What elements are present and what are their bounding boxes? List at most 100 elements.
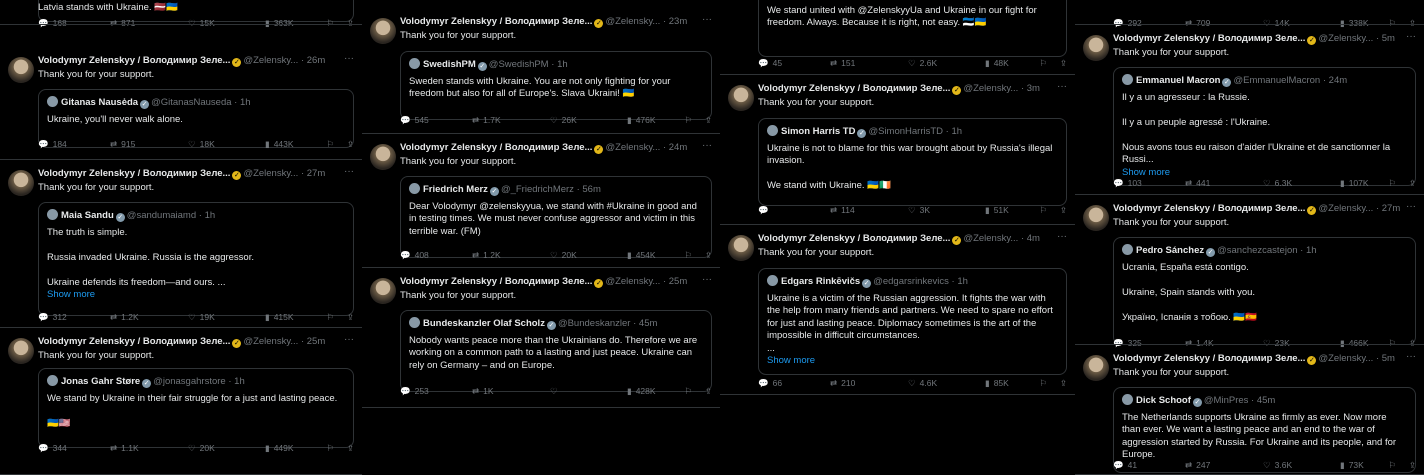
quote-author-handle[interactable]: @SimonHarrisTD <box>868 126 943 137</box>
tweet[interactable]: Volodymyr Zelenskyy / Володимир Зеле... ✓… <box>362 134 720 268</box>
more-icon[interactable]: ··· <box>702 140 712 151</box>
share-button[interactable]: ⇪ <box>705 250 712 261</box>
timestamp[interactable]: 25m <box>669 276 687 287</box>
like-button[interactable]: ♡ 6.3K <box>1263 178 1292 189</box>
timestamp[interactable]: 24m <box>669 142 687 153</box>
quoted-tweet[interactable]: Kristen Michal✓@KristenMichalPM · 45m We … <box>758 0 1067 57</box>
views-button[interactable]: ▮ 48K <box>985 58 1009 69</box>
views-button[interactable]: ▮ 415K <box>265 312 294 323</box>
quote-author-handle[interactable]: @EmmanuelMacron <box>1233 75 1320 86</box>
author-handle[interactable]: @Zelensky... <box>605 16 660 27</box>
quote-author-handle[interactable]: @GitanasNauseda <box>151 97 231 108</box>
like-button[interactable]: ♡ 2.6K <box>908 58 937 69</box>
bookmark-button[interactable]: ⚐ <box>1039 378 1047 389</box>
author-handle[interactable]: @Zelensky... <box>1318 203 1373 214</box>
bookmark-button[interactable]: ⚐ <box>1039 205 1047 216</box>
views-button[interactable]: ▮ 85K <box>985 378 1009 389</box>
quote-author-name[interactable]: Dick Schoof <box>1136 395 1191 406</box>
show-more-link[interactable]: Show more <box>47 289 345 302</box>
tweet[interactable]: Volodymyr Zelenskyy / Володимир Зеле... ✓… <box>0 160 362 328</box>
share-button[interactable]: ⇪ <box>347 139 354 150</box>
quote-author-handle[interactable]: @jonasgahrstore <box>153 376 226 387</box>
repost-button[interactable]: ⇄ 1.2K <box>110 312 139 323</box>
author-name[interactable]: Volodymyr Zelenskyy / Володимир Зеле... <box>758 233 950 244</box>
avatar[interactable] <box>1083 35 1109 61</box>
tweet[interactable]: Kristen Michal✓@KristenMichalPM · 45m We … <box>720 0 1075 75</box>
quote-timestamp[interactable]: 1h <box>1306 245 1317 256</box>
like-button[interactable]: ♡ 19K <box>188 312 215 323</box>
more-icon[interactable]: ··· <box>702 274 712 285</box>
author-name[interactable]: Volodymyr Zelenskyy / Володимир Зеле... <box>758 83 950 94</box>
share-button[interactable]: ⇪ <box>705 115 712 126</box>
bookmark-button[interactable]: ⚐ <box>326 443 334 454</box>
more-icon[interactable]: ··· <box>1057 81 1067 92</box>
views-button[interactable]: ▮ 428K <box>627 386 656 397</box>
views-button[interactable]: ▮ 51K <box>985 205 1009 216</box>
repost-button[interactable]: ⇄ 210 <box>830 378 855 389</box>
bookmark-button[interactable]: ⚐ <box>326 139 334 150</box>
reply-button[interactable]: 💬 545 <box>400 115 429 126</box>
avatar[interactable] <box>8 57 34 83</box>
timestamp[interactable]: 27m <box>307 168 325 179</box>
tweet[interactable]: Volodymyr Zelenskyy / Володимир Зеле... ✓… <box>720 75 1075 225</box>
quoted-tweet[interactable]: Emmanuel Macron ✓ @EmmanuelMacron · 24m Il … <box>1113 67 1416 186</box>
quote-author-name[interactable]: Emmanuel Macron <box>1136 75 1220 86</box>
views-button[interactable]: ▮ 476K <box>627 115 656 126</box>
share-button[interactable]: ⇪ <box>1060 205 1067 216</box>
tweet[interactable]: Volodymyr Zelenskyy / Володимир Зеле... ✓… <box>362 268 720 408</box>
quoted-tweet[interactable]: Friedrich Merz ✓ @_FriedrichMerz · 56m Dear… <box>400 176 712 258</box>
bookmark-button[interactable]: ⚐ <box>684 250 692 261</box>
quote-avatar[interactable] <box>1122 394 1133 405</box>
tweet[interactable]: Volodymyr Zelenskyy / Володимир Зеле... ✓… <box>1075 195 1424 348</box>
quote-avatar[interactable] <box>409 317 420 328</box>
reply-button[interactable]: 💬 103 <box>1113 178 1142 189</box>
tweet[interactable]: Volodymyr Zelenskyy / Володимир Зеле... ✓… <box>1075 25 1424 195</box>
tweet[interactable]: Latvia stands with Ukraine. 🇱🇻🇺🇦 💬 168 ⇄ 871… <box>0 0 362 28</box>
quote-avatar[interactable] <box>767 275 778 286</box>
tweet[interactable]: Volodymyr Zelenskyy / Володимир Зеле... ✓… <box>720 225 1075 395</box>
avatar[interactable] <box>370 18 396 44</box>
timestamp[interactable]: 26m <box>307 55 325 66</box>
like-button[interactable]: ♡ 4.6K <box>908 378 937 389</box>
avatar[interactable] <box>8 338 34 364</box>
timestamp[interactable]: 23m <box>669 16 687 27</box>
quote-author-name[interactable]: SwedishPM <box>423 59 476 70</box>
quote-author-name[interactable]: Pedro Sánchez <box>1136 245 1204 256</box>
timestamp[interactable]: 4m <box>1027 233 1040 244</box>
reply-button[interactable]: 💬 408 <box>400 250 429 261</box>
like-button[interactable]: ♡ 3K <box>908 205 930 216</box>
quote-author-name[interactable]: Maia Sandu <box>61 210 114 221</box>
quote-timestamp[interactable]: 1h <box>957 276 968 287</box>
avatar[interactable] <box>728 235 754 261</box>
repost-button[interactable]: ⇄ 114 <box>830 205 855 216</box>
author-handle[interactable]: @Zelensky... <box>605 142 660 153</box>
reply-button[interactable]: 💬 45 <box>758 58 782 69</box>
like-button[interactable]: ♡ 26K <box>550 115 577 126</box>
quote-avatar[interactable] <box>767 125 778 136</box>
author-name[interactable]: Volodymyr Zelenskyy / Володимир Зеле... <box>1113 353 1305 364</box>
tweet[interactable]: Volodymyr Zelenskyy / Володимир Зеле... ✓… <box>0 328 362 475</box>
share-button[interactable]: ⇪ <box>1060 378 1067 389</box>
quote-timestamp[interactable]: 1h <box>205 210 216 221</box>
timestamp[interactable]: 5m <box>1382 353 1395 364</box>
quote-author-handle[interactable]: @Bundeskanzler <box>558 318 631 329</box>
quote-timestamp[interactable]: 1h <box>951 126 962 137</box>
quote-timestamp[interactable]: 1h <box>240 97 251 108</box>
quoted-tweet[interactable]: Edgars Rinkēvičs ✓ @edgarsrinkevics · 1h Uk… <box>758 268 1067 375</box>
author-name[interactable]: Volodymyr Zelenskyy / Володимир Зеле... <box>1113 203 1305 214</box>
more-icon[interactable]: ··· <box>702 14 712 25</box>
author-name[interactable]: Volodymyr Zelenskyy / Володимир Зеле... <box>38 336 230 347</box>
bookmark-button[interactable]: ⚐ <box>684 386 692 397</box>
quote-author-name[interactable]: Friedrich Merz <box>423 184 488 195</box>
quote-author-handle[interactable]: @SwedishPM <box>489 59 549 70</box>
avatar[interactable] <box>370 278 396 304</box>
reply-button[interactable]: 💬 344 <box>38 443 67 454</box>
share-button[interactable]: ⇪ <box>347 443 354 454</box>
quote-author-name[interactable]: Gitanas Nausėda <box>61 97 138 108</box>
tweet[interactable]: 💬 292 ⇄ 709 ♡ 14K ▮ 338K ⚐ ⇪ <box>1075 0 1424 28</box>
author-handle[interactable]: @Zelensky... <box>963 83 1018 94</box>
repost-button[interactable]: ⇄ 1K <box>472 386 494 397</box>
tweet[interactable]: Volodymyr Zelenskyy / Володимир Зеле... ✓… <box>0 47 362 160</box>
reply-button[interactable]: 💬 253 <box>400 386 429 397</box>
author-name[interactable]: Volodymyr Zelenskyy / Володимир Зеле... <box>38 168 230 179</box>
